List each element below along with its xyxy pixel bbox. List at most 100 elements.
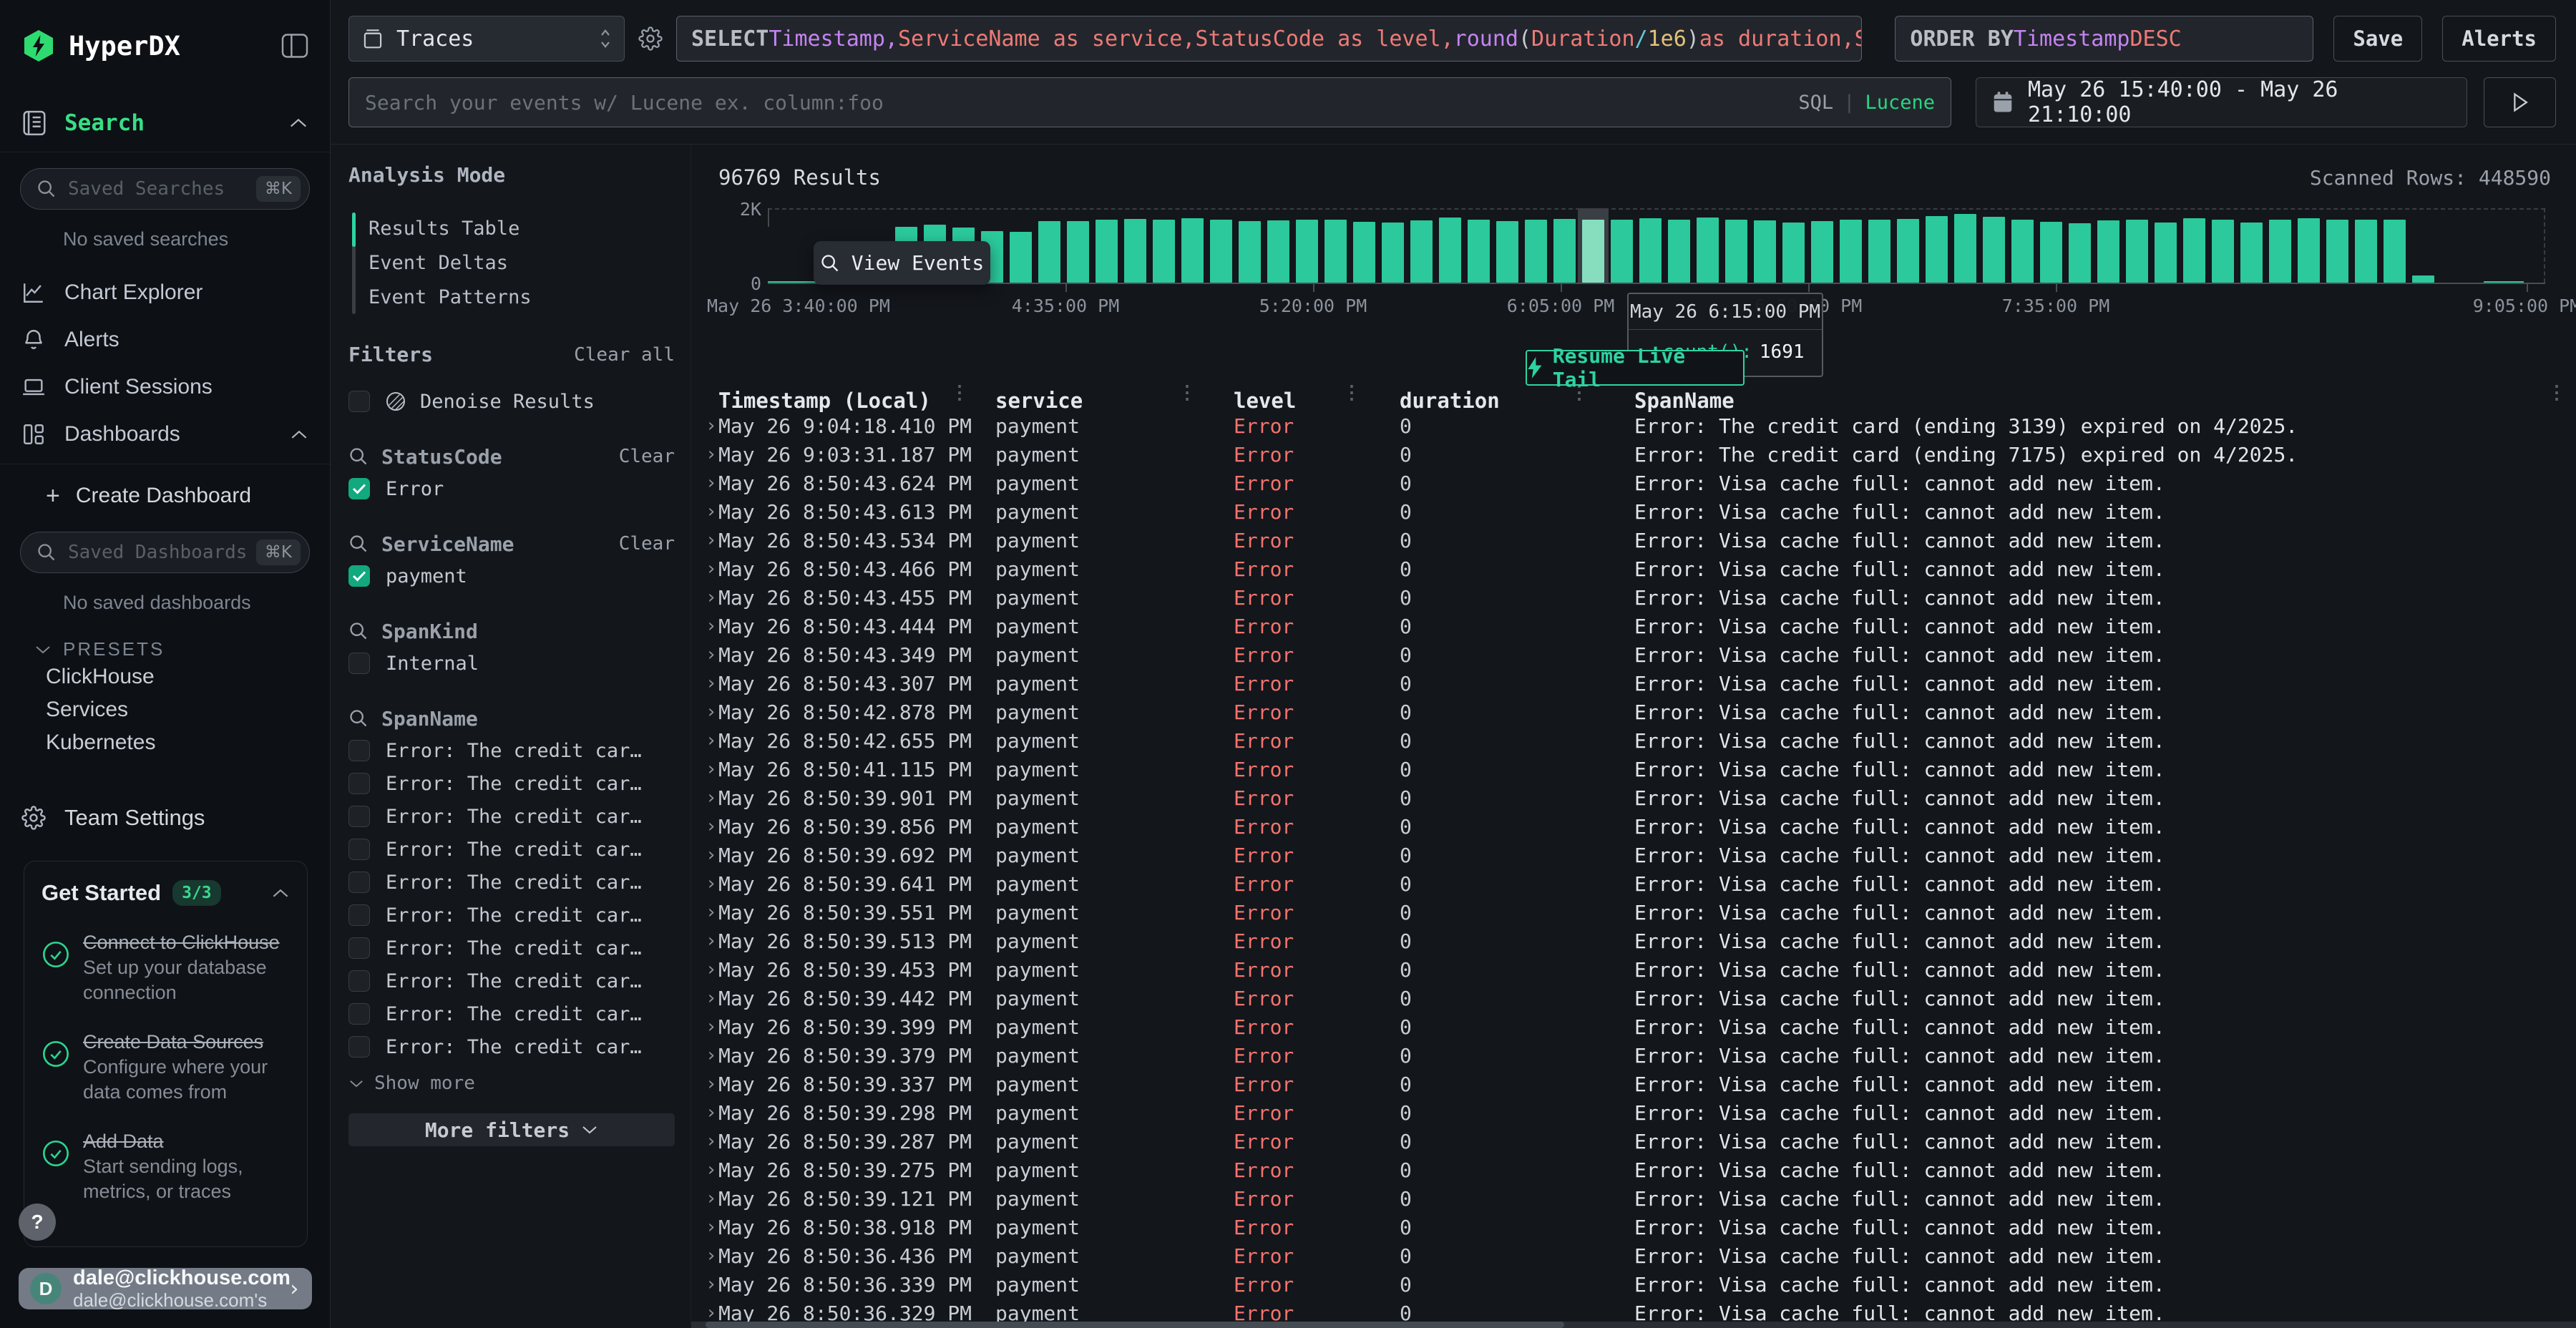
histogram-bar[interactable] — [1926, 216, 1948, 283]
expand-row-icon[interactable]: › — [706, 816, 718, 837]
expand-row-icon[interactable]: › — [706, 1016, 718, 1038]
histogram-bar[interactable] — [1239, 221, 1261, 283]
table-row[interactable]: ›May 26 8:50:43.466 PMpaymentError0Error… — [691, 555, 2576, 583]
table-row[interactable]: ›May 26 8:50:39.379 PMpaymentError0Error… — [691, 1041, 2576, 1070]
presets-toggle[interactable]: PRESETS — [34, 638, 330, 660]
histogram-bar[interactable] — [1468, 220, 1490, 283]
chevron-up-icon[interactable] — [288, 117, 308, 129]
expand-row-icon[interactable]: › — [706, 558, 718, 580]
table-row[interactable]: ›May 26 8:50:39.856 PMpaymentError0Error… — [691, 812, 2576, 841]
histogram-bar[interactable] — [2011, 220, 2034, 283]
table-row[interactable]: ›May 26 8:50:43.455 PMpaymentError0Error… — [691, 583, 2576, 612]
help-button[interactable]: ? — [19, 1204, 56, 1241]
column-resize-handle[interactable]: ⋮ — [1342, 390, 1361, 396]
table-row[interactable]: ›May 26 8:50:42.878 PMpaymentError0Error… — [691, 698, 2576, 726]
expand-row-icon[interactable]: › — [706, 902, 718, 923]
expand-row-icon[interactable]: › — [706, 529, 718, 551]
histogram-bar[interactable] — [1782, 223, 1805, 283]
expand-row-icon[interactable]: › — [706, 472, 718, 494]
expand-row-icon[interactable]: › — [706, 1274, 718, 1295]
histogram-bar[interactable] — [2183, 218, 2205, 283]
filter-option[interactable]: Error: The credit card … — [348, 736, 675, 766]
histogram-bar[interactable] — [1525, 220, 1547, 283]
table-row[interactable]: ›May 26 8:50:43.307 PMpaymentError0Error… — [691, 669, 2576, 698]
histogram-bar[interactable] — [1697, 218, 1719, 283]
sidebar-section-search[interactable]: Search — [0, 107, 330, 139]
histogram-bar[interactable] — [1010, 232, 1032, 283]
histogram-bar[interactable] — [1410, 220, 1433, 283]
expand-row-icon[interactable]: › — [706, 873, 718, 894]
expand-row-icon[interactable]: › — [706, 787, 718, 809]
saved-searches-input[interactable]: Saved Searches ⌘K — [20, 168, 310, 210]
create-dashboard-button[interactable]: + Create Dashboard — [46, 476, 330, 516]
table-row[interactable]: ›May 26 9:04:18.410 PMpaymentError0Error… — [691, 411, 2576, 440]
histogram-bar[interactable] — [2212, 220, 2234, 283]
sidebar-item-alerts[interactable]: Alerts — [0, 316, 330, 363]
expand-row-icon[interactable]: › — [706, 444, 718, 465]
source-settings-button[interactable] — [625, 16, 676, 62]
expand-row-icon[interactable]: › — [706, 758, 718, 780]
chevron-up-icon[interactable] — [271, 888, 290, 899]
expand-row-icon[interactable]: › — [706, 987, 718, 1009]
expand-row-icon[interactable]: › — [706, 1188, 718, 1209]
scrollbar-thumb[interactable] — [706, 1322, 1564, 1328]
preset-clickhouse[interactable]: ClickHouse — [46, 660, 330, 693]
histogram-bar[interactable] — [1840, 220, 1862, 283]
histogram-bar[interactable] — [1754, 220, 1776, 283]
expand-row-icon[interactable]: › — [706, 844, 718, 866]
filter-option[interactable]: Error: The credit card … — [348, 900, 675, 930]
column-resize-handle[interactable]: ⋮ — [1178, 390, 1196, 396]
mode-results-table[interactable]: Results Table — [369, 211, 675, 245]
expand-row-icon[interactable]: › — [706, 644, 718, 665]
col-spanname[interactable]: SpanName — [1634, 389, 2562, 413]
sidebar-item-chart-explorer[interactable]: Chart Explorer — [0, 269, 330, 316]
histogram-bar[interactable] — [1096, 220, 1118, 283]
histogram-bar[interactable] — [2298, 218, 2320, 283]
expand-row-icon[interactable]: › — [706, 1245, 718, 1266]
sidebar-item-client-sessions[interactable]: Client Sessions — [0, 363, 330, 411]
denoise-results-checkbox[interactable]: Denoise Results — [348, 386, 675, 416]
expand-row-icon[interactable]: › — [706, 730, 718, 751]
histogram-bar[interactable] — [2155, 223, 2177, 283]
table-row[interactable]: ›May 26 9:03:31.187 PMpaymentError0Error… — [691, 440, 2576, 469]
histogram-bar[interactable] — [1124, 219, 1146, 283]
source-select[interactable]: Traces — [348, 16, 625, 62]
histogram-bar[interactable] — [1811, 221, 1833, 283]
histogram-bar[interactable] — [1868, 220, 1890, 283]
histogram-bar[interactable] — [1067, 221, 1089, 283]
column-resize-handle[interactable]: ⋮ — [2547, 390, 2566, 396]
table-row[interactable]: ›May 26 8:50:39.121 PMpaymentError0Error… — [691, 1184, 2576, 1213]
histogram-bar[interactable] — [1496, 221, 1518, 283]
histogram-bar[interactable] — [1954, 214, 1976, 283]
filter-option[interactable]: Error: The credit card … — [348, 966, 675, 996]
filter-option[interactable]: Error: The credit card … — [348, 801, 675, 831]
histogram-bar[interactable] — [1897, 219, 1919, 283]
table-row[interactable]: ›May 26 8:50:36.339 PMpaymentError0Error… — [691, 1270, 2576, 1299]
table-row[interactable]: ›May 26 8:50:38.918 PMpaymentError0Error… — [691, 1213, 2576, 1241]
expand-row-icon[interactable]: › — [706, 415, 718, 436]
show-more-button[interactable]: Show more — [348, 1069, 675, 1098]
get-started-item-sources[interactable]: Create Data Sources Configure where your… — [42, 1030, 290, 1105]
table-row[interactable]: ›May 26 8:50:39.692 PMpaymentError0Error… — [691, 841, 2576, 869]
table-row[interactable]: ›May 26 8:50:39.442 PMpaymentError0Error… — [691, 984, 2576, 1012]
saved-dashboards-input[interactable]: Saved Dashboards ⌘K — [20, 532, 310, 573]
histogram-bar[interactable] — [1725, 220, 1747, 283]
expand-row-icon[interactable]: › — [706, 1216, 718, 1238]
table-row[interactable]: ›May 26 8:50:36.436 PMpaymentError0Error… — [691, 1241, 2576, 1270]
histogram-bar[interactable] — [1038, 221, 1060, 283]
sql-mode-option[interactable]: SQL — [1798, 92, 1833, 114]
table-row[interactable]: ›May 26 8:50:43.624 PMpaymentError0Error… — [691, 469, 2576, 497]
mode-event-patterns[interactable]: Event Patterns — [369, 280, 675, 314]
view-events-button[interactable]: View Events — [814, 241, 990, 285]
table-row[interactable]: ›May 26 8:50:39.641 PMpaymentError0Error… — [691, 869, 2576, 898]
histogram-bar[interactable] — [2269, 220, 2291, 283]
histogram-bar[interactable] — [2412, 275, 2434, 283]
histogram-bar[interactable] — [1553, 219, 1576, 283]
expand-row-icon[interactable]: › — [706, 501, 718, 522]
histogram-bar[interactable] — [1296, 220, 1318, 283]
expand-row-icon[interactable]: › — [706, 701, 718, 723]
histogram-bar[interactable] — [2069, 223, 2091, 283]
get-started-item-connect[interactable]: Connect to ClickHouse Set up your databa… — [42, 930, 290, 1005]
histogram-bar[interactable] — [1582, 220, 1604, 283]
histogram-bar[interactable] — [2240, 223, 2263, 283]
